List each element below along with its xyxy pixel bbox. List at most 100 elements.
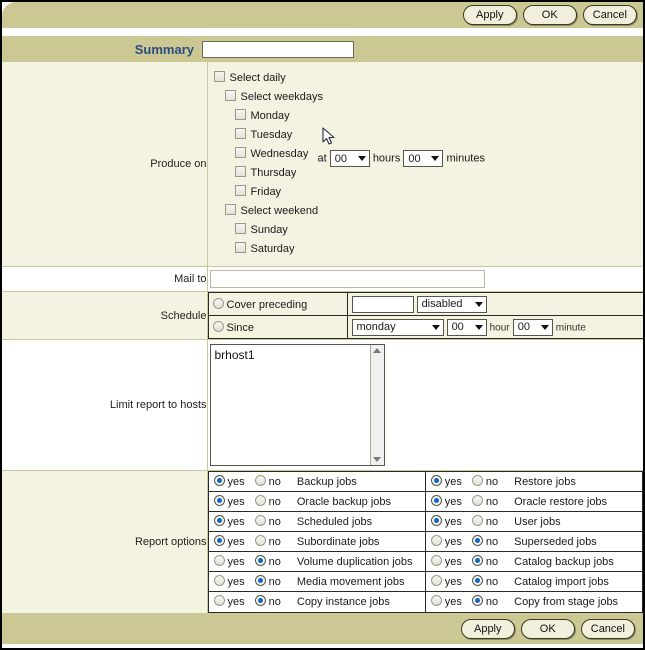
radio-yes[interactable]: yes xyxy=(213,475,245,488)
radio-no[interactable]: no xyxy=(471,535,498,548)
radio-icon[interactable] xyxy=(471,475,483,486)
radio-icon[interactable] xyxy=(213,595,225,606)
radio-yes[interactable]: yes xyxy=(213,575,245,588)
radio-icon[interactable] xyxy=(213,575,225,586)
radio-icon[interactable] xyxy=(212,320,224,332)
option-scheduled-jobs[interactable]: yes no Scheduled jobs xyxy=(208,512,425,532)
scroll-down-icon[interactable] xyxy=(373,457,381,462)
option-oracle-backup-jobs[interactable]: yes no Oracle backup jobs xyxy=(208,492,425,512)
radio-yes[interactable]: yes xyxy=(213,535,245,548)
radio-icon[interactable] xyxy=(212,297,224,309)
radio-icon[interactable] xyxy=(254,555,266,566)
checkbox-icon[interactable] xyxy=(234,109,246,120)
radio-icon[interactable] xyxy=(254,495,266,506)
radio-yes[interactable]: yes xyxy=(430,475,462,488)
option-media-movement-jobs[interactable]: yes no Media movement jobs xyxy=(208,572,425,592)
radio-icon[interactable] xyxy=(254,535,266,546)
radio-icon[interactable] xyxy=(471,575,483,586)
radio-icon[interactable] xyxy=(213,555,225,566)
radio-icon[interactable] xyxy=(254,515,266,526)
since-hour-select[interactable]: 00 xyxy=(446,318,487,336)
option-superseded-jobs[interactable]: yes no Superseded jobs xyxy=(425,532,642,552)
checkbox-icon[interactable] xyxy=(224,90,236,101)
radio-icon[interactable] xyxy=(213,515,225,526)
checkbox-sunday[interactable]: Sunday xyxy=(208,221,644,240)
checkbox-icon[interactable] xyxy=(234,185,246,196)
list-item[interactable]: brhost1 xyxy=(211,345,384,362)
option-volume-duplication-jobs[interactable]: yes no Volume duplication jobs xyxy=(208,552,425,572)
checkbox-icon[interactable] xyxy=(234,242,246,253)
radio-no[interactable]: no xyxy=(471,555,498,568)
radio-no[interactable]: no xyxy=(471,475,498,488)
radio-no[interactable]: no xyxy=(471,575,498,588)
hours-select[interactable]: 00 xyxy=(329,150,370,167)
radio-no[interactable]: no xyxy=(471,595,498,608)
checkbox-icon[interactable] xyxy=(234,223,246,234)
option-copy-instance-jobs[interactable]: yes no Copy instance jobs xyxy=(208,592,425,612)
radio-icon[interactable] xyxy=(471,555,483,566)
radio-icon[interactable] xyxy=(213,495,225,506)
checkbox-icon[interactable] xyxy=(234,166,246,177)
radio-no[interactable]: no xyxy=(254,595,281,608)
radio-no[interactable]: no xyxy=(254,515,281,528)
radio-icon[interactable] xyxy=(430,475,442,486)
radio-yes[interactable]: yes xyxy=(430,495,462,508)
radio-no[interactable]: no xyxy=(254,475,281,488)
radio-no[interactable]: no xyxy=(254,575,281,588)
checkbox-friday[interactable]: Friday xyxy=(208,183,644,202)
radio-cover-preceding[interactable]: Cover preceding xyxy=(207,292,348,316)
checkbox-select-daily[interactable]: Select daily xyxy=(208,69,644,88)
scroll-up-icon[interactable] xyxy=(373,348,381,353)
option-subordinate-jobs[interactable]: yes no Subordinate jobs xyxy=(208,532,425,552)
radio-yes[interactable]: yes xyxy=(430,555,462,568)
radio-no[interactable]: no xyxy=(254,535,281,548)
ok-button-bottom[interactable]: OK xyxy=(520,619,575,639)
radio-yes[interactable]: yes xyxy=(430,515,462,528)
radio-icon[interactable] xyxy=(430,535,442,546)
radio-icon[interactable] xyxy=(254,575,266,586)
since-minute-select[interactable]: 00 xyxy=(512,318,553,336)
radio-yes[interactable]: yes xyxy=(213,555,245,568)
checkbox-icon[interactable] xyxy=(234,147,246,158)
radio-no[interactable]: no xyxy=(471,495,498,508)
listbox-scrollbar[interactable] xyxy=(369,345,384,465)
radio-yes[interactable]: yes xyxy=(213,515,245,528)
radio-no[interactable]: no xyxy=(254,495,281,508)
option-copy-from-stage-jobs[interactable]: yes no Copy from stage jobs xyxy=(425,592,642,612)
option-catalog-backup-jobs[interactable]: yes no Catalog backup jobs xyxy=(425,552,642,572)
option-oracle-restore-jobs[interactable]: yes no Oracle restore jobs xyxy=(425,492,642,512)
radio-icon[interactable] xyxy=(213,475,225,486)
radio-icon[interactable] xyxy=(430,595,442,606)
radio-icon[interactable] xyxy=(213,535,225,546)
option-user-jobs[interactable]: yes no User jobs xyxy=(425,512,642,532)
checkbox-select-weekdays[interactable]: Select weekdays xyxy=(208,88,644,107)
apply-button-top[interactable]: Apply xyxy=(462,5,517,25)
checkbox-select-weekend[interactable]: Select weekend xyxy=(208,202,644,221)
option-backup-jobs[interactable]: yes no Backup jobs xyxy=(208,472,425,492)
radio-since[interactable]: Since xyxy=(207,315,348,339)
checkbox-saturday[interactable]: Saturday xyxy=(208,240,644,259)
radio-yes[interactable]: yes xyxy=(430,535,462,548)
checkbox-tuesday[interactable]: Tuesday xyxy=(208,126,644,145)
radio-yes[interactable]: yes xyxy=(430,575,462,588)
radio-no[interactable]: no xyxy=(254,555,281,568)
hosts-listbox[interactable]: brhost1 xyxy=(209,344,385,466)
radio-yes[interactable]: yes xyxy=(213,495,245,508)
radio-icon[interactable] xyxy=(430,495,442,506)
option-restore-jobs[interactable]: yes no Restore jobs xyxy=(425,472,642,492)
summary-input[interactable] xyxy=(202,40,354,58)
radio-icon[interactable] xyxy=(471,595,483,606)
radio-no[interactable]: no xyxy=(471,515,498,528)
checkbox-icon[interactable] xyxy=(213,71,225,82)
minutes-select[interactable]: 00 xyxy=(403,150,444,167)
radio-icon[interactable] xyxy=(430,575,442,586)
radio-icon[interactable] xyxy=(430,555,442,566)
radio-icon[interactable] xyxy=(254,595,266,606)
apply-button-bottom[interactable]: Apply xyxy=(460,619,515,639)
checkbox-monday[interactable]: Monday xyxy=(208,107,644,126)
cancel-button-bottom[interactable]: Cancel xyxy=(580,619,635,639)
checkbox-icon[interactable] xyxy=(224,204,236,215)
radio-yes[interactable]: yes xyxy=(430,595,462,608)
checkbox-icon[interactable] xyxy=(234,128,246,139)
cover-preceding-input[interactable] xyxy=(351,295,414,313)
